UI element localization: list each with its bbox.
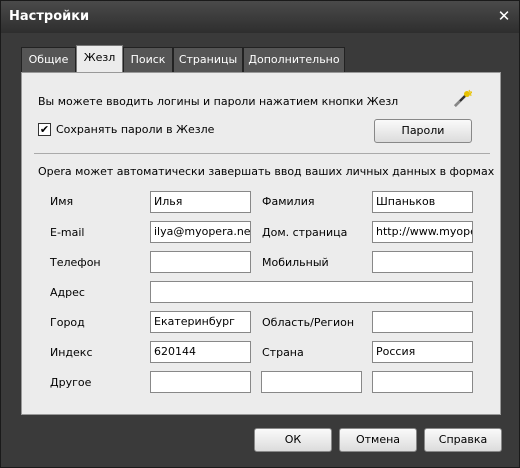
other-field-2[interactable] — [261, 371, 362, 393]
region-label: Область/Регион — [262, 316, 355, 329]
region-field[interactable] — [372, 311, 473, 333]
save-passwords-checkbox[interactable]: ✔ — [38, 123, 51, 136]
other-field-1[interactable] — [150, 371, 251, 393]
homepage-label: Дом. страница — [262, 226, 348, 239]
city-label: Город — [50, 316, 85, 329]
tab-pages[interactable]: Страницы — [173, 47, 243, 73]
title-bar: Настройки ✕ — [1, 1, 519, 33]
settings-dialog: Настройки ✕ Общие Жезл Поиск Страницы До… — [0, 0, 520, 468]
window-title: Настройки — [9, 9, 90, 24]
country-field[interactable]: Россия — [372, 341, 473, 363]
country-label: Страна — [262, 346, 304, 359]
separator — [34, 153, 490, 154]
autofill-text: Opera может автоматически завершать ввод… — [38, 165, 495, 178]
wand-panel: Вы можете вводить логины и пароли нажати… — [21, 72, 501, 415]
first-name-label: Имя — [50, 195, 74, 208]
last-name-label: Фамилия — [262, 195, 315, 208]
address-label: Адрес — [50, 286, 85, 299]
phone-field[interactable] — [150, 251, 251, 273]
help-button[interactable]: Справка — [424, 428, 502, 452]
tab-advanced[interactable]: Дополнительно — [243, 47, 345, 73]
magic-wand-icon — [454, 89, 472, 107]
address-field[interactable] — [150, 281, 473, 303]
other-field-3[interactable] — [372, 371, 473, 393]
zip-label: Индекс — [50, 346, 93, 359]
last-name-field[interactable]: Шпаньков — [372, 191, 473, 213]
other-label: Другое — [50, 376, 92, 389]
tab-wand[interactable]: Жезл — [76, 45, 123, 73]
cancel-button[interactable]: Отмена — [339, 428, 417, 452]
tab-search[interactable]: Поиск — [123, 47, 173, 73]
save-passwords-label: Сохранять пароли в Жезле — [56, 123, 215, 136]
ok-button[interactable]: ОК — [254, 428, 332, 452]
phone-label: Телефон — [50, 256, 101, 269]
mobile-field[interactable] — [372, 251, 473, 273]
homepage-field[interactable]: http://www.myoper — [372, 221, 473, 243]
email-field[interactable]: ilya@myopera.net — [150, 221, 251, 243]
passwords-button[interactable]: Пароли — [374, 119, 472, 143]
info-text: Вы можете вводить логины и пароли нажати… — [38, 95, 399, 108]
mobile-label: Мобильный — [262, 256, 329, 269]
tab-general[interactable]: Общие — [21, 47, 76, 73]
email-label: E-mail — [50, 226, 85, 239]
close-icon[interactable]: ✕ — [495, 7, 513, 25]
zip-field[interactable]: 620144 — [150, 341, 251, 363]
first-name-field[interactable]: Илья — [150, 191, 251, 213]
city-field[interactable]: Екатеринбург — [150, 311, 251, 333]
